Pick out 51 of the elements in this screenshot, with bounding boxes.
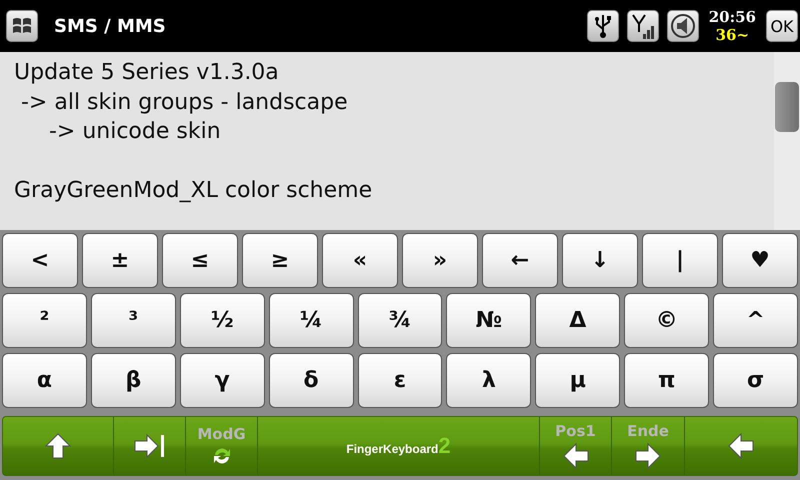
ok-button[interactable]: OK — [766, 10, 798, 42]
keyboard-key[interactable]: ↓ — [562, 233, 638, 288]
keyboard-key[interactable]: « — [322, 233, 398, 288]
key-label: Ende — [627, 422, 669, 440]
keyboard-key[interactable]: ^ — [713, 293, 798, 348]
keyboard-key[interactable]: ε — [358, 353, 442, 408]
keyboard-key[interactable]: μ — [535, 353, 620, 408]
keyboard-key[interactable]: ← — [482, 233, 558, 288]
logo-text: FingerKeyboard — [346, 442, 438, 456]
keyboard-key[interactable]: ≥ — [242, 233, 318, 288]
keyboard-key[interactable]: δ — [268, 353, 354, 408]
keyboard-key[interactable]: σ — [713, 353, 798, 408]
keyboard-key[interactable]: | — [642, 233, 718, 288]
keyboard-key[interactable]: γ — [180, 353, 265, 408]
keyboard-key[interactable]: β — [90, 353, 176, 408]
speaker-icon — [670, 13, 696, 39]
start-button[interactable] — [6, 10, 38, 42]
keyboard-key[interactable]: π — [624, 353, 710, 408]
scrollbar-thumb[interactable] — [775, 82, 799, 132]
usb-status-button[interactable] — [586, 10, 619, 42]
usb-icon — [594, 13, 612, 39]
right-arrow-icon — [634, 442, 662, 470]
keyboard-key[interactable]: № — [446, 293, 532, 348]
keyboard-key[interactable]: ¾ — [358, 293, 442, 348]
key-label: ModG — [197, 425, 246, 443]
left-arrow-icon — [727, 432, 755, 460]
keyboard-key[interactable]: ¼ — [268, 293, 354, 348]
logo-number: 2 — [438, 433, 451, 459]
signal-icon — [630, 12, 656, 40]
keyboard-key[interactable]: λ — [446, 353, 532, 408]
temperature-reading: 36~ — [716, 26, 750, 44]
keyboard-key[interactable]: ♥ — [722, 233, 798, 288]
keyboard-key[interactable]: < — [2, 233, 78, 288]
keyboard-key[interactable]: ± — [82, 233, 158, 288]
keyboard-key[interactable]: © — [624, 293, 710, 348]
tab-arrow-icon — [132, 432, 166, 460]
left-arrow-icon — [562, 442, 590, 470]
keyboard-key[interactable]: ² — [2, 293, 87, 348]
key-label: Pos1 — [555, 422, 596, 440]
volume-status-button[interactable] — [666, 10, 699, 42]
signal-status-button[interactable] — [626, 10, 659, 42]
logo-area[interactable]: FingerKeyboard2 — [258, 417, 540, 475]
keyboard-key[interactable]: ³ — [90, 293, 176, 348]
keyboard-key[interactable]: α — [2, 353, 87, 408]
clock-time: 20:56 — [708, 8, 756, 26]
keyboard-key[interactable]: Δ — [535, 293, 620, 348]
up-arrow-icon — [44, 432, 72, 460]
keyboard-key[interactable]: » — [402, 233, 478, 288]
window-title: SMS / MMS — [54, 16, 167, 36]
keyboard-key[interactable]: ½ — [180, 293, 265, 348]
keyboard-key[interactable]: ≤ — [162, 233, 238, 288]
